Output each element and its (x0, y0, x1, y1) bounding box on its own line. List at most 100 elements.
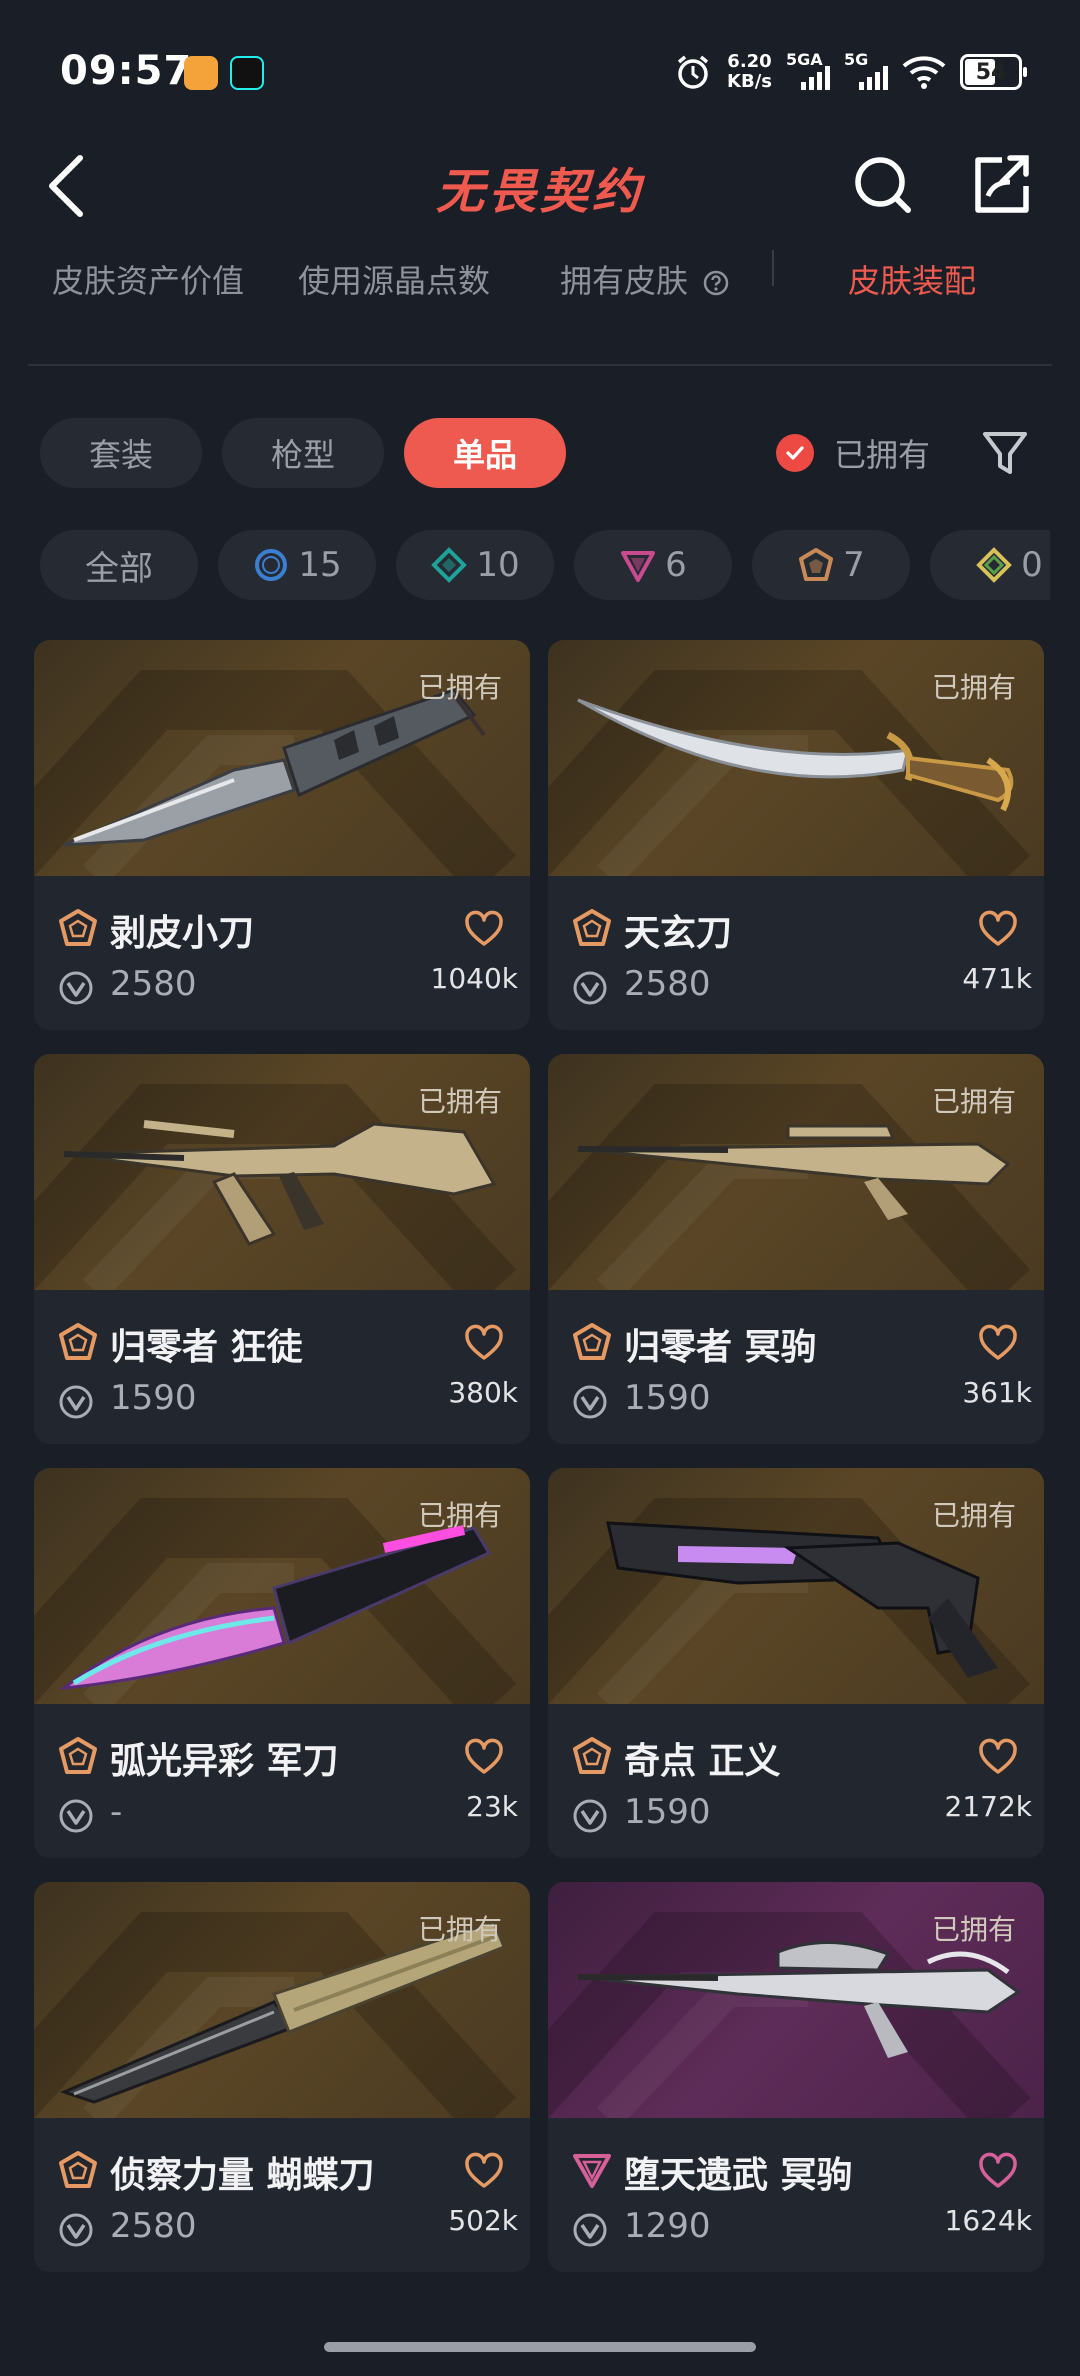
filter-single-item[interactable]: 单品 (404, 418, 566, 488)
skin-image: 已拥有 (34, 1054, 530, 1290)
exclusive-tier-icon (573, 1737, 611, 1774)
status-bar: 09:57 6.20 KB/s 5GA 5G 54 (0, 0, 1080, 130)
home-indicator[interactable] (324, 2342, 756, 2352)
skin-name: 剥皮小刀 (110, 913, 255, 954)
chip-count: 6 (665, 545, 687, 585)
owned-toggle[interactable]: 已拥有 (776, 418, 930, 488)
search-icon[interactable] (848, 150, 918, 220)
status-time: 09:57 (60, 48, 193, 94)
owned-tag: 已拥有 (931, 1499, 1016, 1532)
owned-label: 已拥有 (834, 436, 931, 474)
heart-icon[interactable] (978, 1738, 1018, 1776)
premium-tier-icon (621, 551, 656, 582)
orange-app-icon (184, 56, 218, 90)
skin-price: 2580 (624, 964, 711, 1004)
skin-card[interactable]: 已拥有 弧光异彩 军刀 - 23k (34, 1468, 530, 1858)
skin-card[interactable]: 已拥有 天玄刀 2580 471k (548, 640, 1044, 1030)
skin-image: 已拥有 (548, 1054, 1044, 1290)
net-speed: 6.20 KB/s (727, 51, 772, 92)
divider (28, 364, 1052, 366)
signal-5ga-icon: 5GA (786, 50, 830, 92)
rarity-chips: 全部 15 10 6 7 0 (40, 530, 1050, 600)
skin-card[interactable]: 已拥有 奇点 正义 1590 2172k (548, 1468, 1044, 1858)
like-count: 1040k (430, 962, 518, 995)
skin-card[interactable]: 已拥有 剥皮小刀 2580 1040k (34, 640, 530, 1030)
signal-5g-icon: 5G (844, 50, 888, 92)
vp-currency-icon (59, 1385, 93, 1419)
skin-image: 已拥有 (548, 640, 1044, 876)
skin-name: 天玄刀 (624, 913, 733, 954)
filter-weapon-type[interactable]: 枪型 (222, 418, 384, 488)
exclusive-tier-icon (573, 1323, 611, 1360)
stats-tabs: 皮肤资产价值 使用源晶点数 拥有皮肤 皮肤装配 (0, 250, 1080, 312)
premium-tier-icon (573, 2154, 611, 2188)
skin-card[interactable]: 已拥有 归零者 冥驹 1590 361k (548, 1054, 1044, 1444)
owned-tag: 已拥有 (417, 1499, 502, 1532)
tab-owned-skins[interactable]: 拥有皮肤 (560, 256, 730, 302)
like-count: 380k (448, 1376, 518, 1409)
skin-image: 已拥有 (548, 1882, 1044, 2118)
exclusive-tier-icon (59, 2151, 97, 2188)
checkmark-icon[interactable] (776, 434, 814, 472)
like-count: 471k (962, 962, 1032, 995)
skin-name: 侦察力量 蝴蝶刀 (110, 2155, 375, 2196)
heart-icon[interactable] (978, 2152, 1018, 2190)
exclusive-tier-icon (59, 909, 97, 946)
skin-image: 已拥有 (34, 640, 530, 876)
chip-premium-tier[interactable]: 6 (574, 530, 732, 600)
tab-skin-loadout[interactable]: 皮肤装配 (848, 256, 976, 302)
share-icon[interactable] (966, 150, 1036, 220)
chip-all-label: 全部 (85, 548, 153, 589)
page-title: 无畏契约 (435, 164, 644, 220)
skin-card[interactable]: 已拥有 堕天遗武 冥驹 1290 1624k (548, 1882, 1044, 2272)
skin-price: 1590 (624, 1792, 711, 1832)
skin-name: 堕天遗武 冥驹 (624, 2155, 853, 2196)
tab-radianite-points[interactable]: 使用源晶点数 (298, 256, 490, 302)
skin-price: 1290 (624, 2206, 711, 2246)
vp-currency-icon (59, 2213, 93, 2247)
chip-ultra-tier[interactable]: 0 (930, 530, 1050, 600)
skin-name: 归零者 冥驹 (624, 1327, 817, 1368)
skin-price: 1590 (110, 1378, 197, 1418)
skin-image: 已拥有 (548, 1468, 1044, 1704)
skin-card[interactable]: 已拥有 归零者 狂徒 1590 380k (34, 1054, 530, 1444)
owned-tag: 已拥有 (417, 1085, 502, 1118)
status-right: 6.20 KB/s 5GA 5G 54 (673, 50, 1027, 94)
exclusive-tier-icon (59, 1737, 97, 1774)
like-count: 2172k (944, 1790, 1032, 1823)
heart-icon[interactable] (464, 2152, 504, 2190)
heart-icon[interactable] (978, 1324, 1018, 1362)
help-icon[interactable] (702, 269, 730, 297)
vp-currency-icon (573, 1385, 607, 1419)
owned-tag: 已拥有 (931, 1085, 1016, 1118)
vp-currency-icon (573, 971, 607, 1005)
owned-tag: 已拥有 (931, 1913, 1016, 1946)
tab-asset-value[interactable]: 皮肤资产价值 (52, 256, 244, 302)
chip-all[interactable]: 全部 (40, 530, 198, 600)
chip-deluxe-tier[interactable]: 10 (396, 530, 554, 600)
chip-count: 15 (298, 545, 342, 585)
like-count: 502k (448, 2204, 518, 2237)
skin-card[interactable]: 已拥有 侦察力量 蝴蝶刀 2580 502k (34, 1882, 530, 2272)
tiktok-icon (230, 56, 264, 90)
chip-count: 7 (843, 545, 865, 585)
vp-currency-icon (59, 1799, 93, 1833)
chip-select-tier[interactable]: 15 (218, 530, 376, 600)
filter-bundle[interactable]: 套装 (40, 418, 202, 488)
heart-icon[interactable] (978, 910, 1018, 948)
skin-name: 归零者 狂徒 (110, 1327, 303, 1368)
deluxe-tier-icon (431, 547, 468, 583)
battery-icon: 54 (960, 54, 1027, 90)
vp-currency-icon (573, 1799, 607, 1833)
vp-currency-icon (573, 2213, 607, 2247)
chip-count: 10 (476, 545, 520, 585)
heart-icon[interactable] (464, 910, 504, 948)
owned-tag: 已拥有 (417, 1913, 502, 1946)
exclusive-tier-icon (573, 909, 611, 946)
filter-icon[interactable] (980, 424, 1030, 480)
heart-icon[interactable] (464, 1324, 504, 1362)
skin-image: 已拥有 (34, 1882, 530, 2118)
heart-icon[interactable] (464, 1738, 504, 1776)
chip-exclusive-tier[interactable]: 7 (752, 530, 910, 600)
vp-currency-icon (59, 971, 93, 1005)
